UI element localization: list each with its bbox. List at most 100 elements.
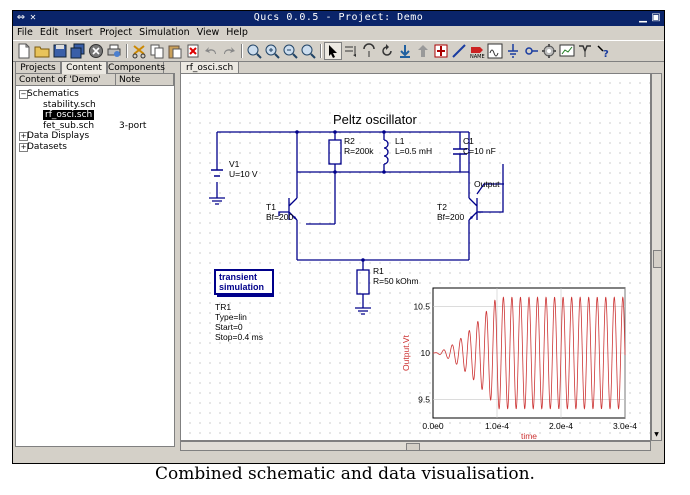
mirror-y-icon[interactable] — [361, 43, 377, 59]
svg-text:NAME: NAME — [470, 54, 485, 59]
tree-item-note: 3-port — [119, 121, 147, 131]
chart-x-axis-label: time — [521, 431, 537, 441]
c1-value: C=10 nF — [463, 146, 496, 156]
help-icon[interactable]: ? — [595, 43, 611, 59]
save-icon[interactable] — [52, 43, 68, 59]
content-tree: Content of 'Demo' Note − Schematics stab… — [15, 73, 175, 447]
paste-icon[interactable] — [167, 43, 183, 59]
chart-y-axis-label: Output.Vt — [401, 334, 411, 371]
equation-icon[interactable] — [487, 43, 503, 59]
cut-icon[interactable] — [131, 43, 147, 59]
chart-ytick-label: 9.5 — [418, 394, 430, 404]
wire-icon[interactable] — [433, 43, 449, 59]
rotate-icon[interactable] — [379, 43, 395, 59]
menu-view[interactable]: View — [193, 26, 223, 38]
schematic-title: Peltz oscillator — [333, 112, 417, 127]
copy-icon[interactable] — [149, 43, 165, 59]
tree-item-file[interactable]: fet_sub.sch — [43, 121, 94, 131]
r1-value: R=50 kOhm — [373, 276, 419, 286]
close-icon[interactable] — [88, 43, 104, 59]
output-label: Output — [474, 179, 500, 189]
zoom-out-icon[interactable] — [282, 43, 298, 59]
chart-xtick-label: 1.0e-4 — [485, 421, 509, 431]
tab-projects[interactable]: Projects — [15, 61, 61, 73]
menu-file[interactable]: File — [13, 26, 36, 38]
svg-text:?: ? — [603, 49, 609, 59]
simulate-icon[interactable] — [541, 43, 557, 59]
marker-icon[interactable] — [577, 43, 593, 59]
label-name-icon[interactable]: NAME — [469, 43, 485, 59]
tree-item-schematics[interactable]: Schematics — [27, 89, 79, 99]
move-icon[interactable] — [397, 43, 413, 59]
sim-type: Type=lin — [215, 312, 247, 322]
undo-icon[interactable] — [203, 43, 219, 59]
redo-icon[interactable] — [221, 43, 237, 59]
tree-item-file[interactable]: stability.sch — [43, 100, 96, 110]
output-chart[interactable]: 0.0e0 1.0e-4 2.0e-4 3.0e-4 10.5 10 9.5 time Outp… — [401, 287, 637, 441]
column-header-note[interactable]: Note — [116, 74, 174, 86]
display-data-icon[interactable] — [559, 43, 575, 59]
menu-bar: File Edit Insert Project Simulation View Help — [13, 26, 664, 40]
maximize-icon[interactable]: ▣ — [650, 12, 662, 24]
status-bar — [13, 452, 664, 463]
app-window: ⇔ ✕ Qucs 0.0.5 - Project: Demo ▁ ▣ File E… — [12, 10, 665, 464]
tree-item-file-selected[interactable]: rf_osci.sch — [43, 110, 95, 120]
ground-icon[interactable] — [505, 43, 521, 59]
scroll-thumb[interactable] — [653, 250, 662, 268]
zoom-original-icon[interactable] — [300, 43, 316, 59]
t2-value: Bf=200 — [437, 212, 464, 222]
vertical-scrollbar[interactable]: ▼ — [651, 73, 662, 441]
sim-stop: Stop=0.4 ms — [215, 332, 263, 342]
open-folder-icon[interactable] — [34, 43, 50, 59]
l1-value: L=0.5 mH — [395, 146, 432, 156]
sim-title-line2: simulation — [219, 282, 264, 292]
deactivate-icon[interactable] — [415, 43, 431, 59]
tree-item-datasets[interactable]: Datasets — [27, 142, 67, 152]
menu-insert[interactable]: Insert — [61, 26, 95, 38]
chart-ytick-label: 10 — [421, 348, 431, 358]
menu-simulation[interactable]: Simulation — [135, 26, 193, 38]
chart-xtick-label: 3.0e-4 — [613, 421, 637, 431]
delete-icon[interactable] — [185, 43, 201, 59]
print-icon[interactable] — [106, 43, 122, 59]
scroll-thumb[interactable] — [406, 443, 420, 451]
window-title: Qucs 0.0.5 - Project: Demo — [253, 12, 424, 23]
chart-ytick-label: 10.5 — [413, 302, 430, 312]
port-icon[interactable] — [523, 43, 539, 59]
mirror-x-icon[interactable] — [343, 43, 359, 59]
figure-caption: Combined schematic and data visualisatio… — [155, 464, 535, 484]
t1-name: T1 — [266, 202, 276, 212]
zoom-fit-icon[interactable] — [246, 43, 262, 59]
menu-edit[interactable]: Edit — [36, 26, 61, 38]
chart-xtick-label: 0.0e0 — [422, 421, 444, 431]
line-draw-icon[interactable] — [451, 43, 467, 59]
column-header-name[interactable]: Content of 'Demo' — [16, 74, 116, 86]
schematic-canvas[interactable]: Peltz oscillator V1 U=10 V R2 R=200k L1 … — [180, 73, 651, 441]
tree-item-data-displays[interactable]: Data Displays — [27, 131, 89, 141]
r1-name: R1 — [373, 266, 384, 276]
schematic-drawing: Peltz oscillator V1 U=10 V R2 R=200k L1 … — [209, 112, 637, 441]
tab-content[interactable]: Content — [61, 61, 107, 74]
panel-tabs: Projects Content Components — [15, 61, 175, 74]
select-arrow-icon[interactable] — [324, 42, 342, 60]
sim-title-line1: transient — [219, 272, 257, 282]
l1-name: L1 — [395, 136, 405, 146]
transient-simulation-block[interactable]: transient simulation — [214, 269, 274, 297]
minimize-icon[interactable]: ▁ — [637, 12, 649, 24]
menu-project[interactable]: Project — [96, 26, 136, 38]
c1-name: C1 — [463, 136, 474, 146]
v1-name: V1 — [229, 159, 240, 169]
left-dock-panel: Projects Content Components Content of '… — [15, 61, 175, 447]
t2-name: T2 — [437, 202, 447, 212]
zoom-in-icon[interactable] — [264, 43, 280, 59]
menu-help[interactable]: Help — [222, 26, 251, 38]
new-file-icon[interactable] — [16, 43, 32, 59]
scroll-down-icon[interactable]: ▼ — [653, 431, 660, 439]
sim-name: TR1 — [215, 302, 231, 312]
save-all-icon[interactable] — [70, 43, 86, 59]
tab-components[interactable]: Components — [107, 61, 165, 73]
toolbar: NAME ? — [13, 40, 664, 62]
title-bar: ⇔ ✕ Qucs 0.0.5 - Project: Demo ▁ ▣ — [13, 11, 664, 26]
horizontal-scrollbar[interactable] — [180, 441, 651, 451]
r2-value: R=200k — [344, 146, 374, 156]
